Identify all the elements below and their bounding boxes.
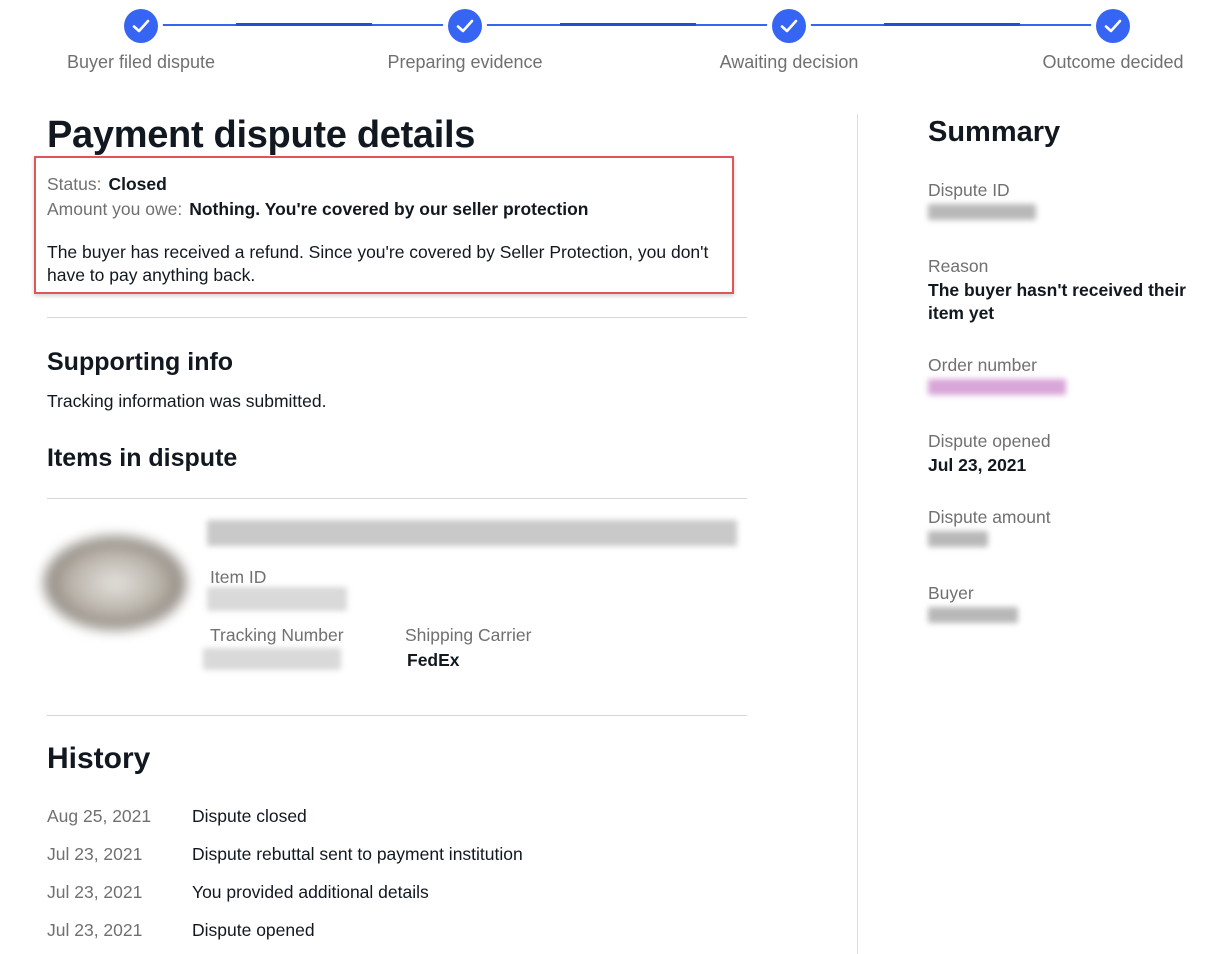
amount-owed-label: Amount you owe: (47, 199, 183, 219)
supporting-info-text: Tracking information was submitted. (47, 391, 327, 411)
item-id-label: Item ID (210, 567, 267, 587)
amount-owed-row: Amount you owe: Nothing. You're covered b… (47, 199, 589, 220)
divider (47, 498, 747, 499)
summary-heading: Summary (928, 116, 1061, 148)
dispute-progress-stepper: Buyer filed dispute Preparing evidence A… (0, 0, 1216, 90)
item-id-redacted (207, 587, 347, 611)
reason-label: Reason (928, 256, 989, 276)
divider (47, 715, 747, 716)
shipping-carrier-label: Shipping Carrier (405, 625, 532, 645)
status-value: Closed (108, 174, 167, 194)
refund-message: The buyer has received a refund. Since y… (47, 242, 709, 285)
history-event: Dispute closed (192, 806, 307, 826)
status-row: Status: Closed (47, 174, 167, 195)
dispute-opened-value: Jul 23, 2021 (928, 455, 1027, 475)
buyer-label: Buyer (928, 583, 974, 603)
history-date: Jul 23, 2021 (47, 920, 143, 940)
step-2-label: Preparing evidence (387, 52, 543, 72)
history-date: Jul 23, 2021 (47, 844, 143, 864)
history-date: Jul 23, 2021 (47, 882, 143, 902)
buyer-name-redacted[interactable] (928, 607, 1018, 623)
order-number-link-redacted[interactable] (928, 379, 1066, 395)
history-event: Dispute opened (192, 920, 315, 940)
step-3-label: Awaiting decision (719, 52, 859, 72)
dispute-amount-redacted (928, 531, 988, 547)
item-title-redacted[interactable] (207, 520, 737, 546)
dispute-amount-label: Dispute amount (928, 507, 1051, 527)
page-title: Payment dispute details (47, 114, 476, 156)
step-2-check-icon (448, 9, 482, 43)
history-date: Aug 25, 2021 (47, 806, 152, 826)
history-heading: History (47, 742, 151, 775)
step-3-check-icon (772, 9, 806, 43)
supporting-info-heading: Supporting info (47, 348, 234, 376)
order-number-label: Order number (928, 355, 1037, 375)
tracking-number-label: Tracking Number (210, 625, 344, 645)
history-event: You provided additional details (192, 882, 429, 902)
progress-track-3-highlight (884, 23, 1020, 26)
dispute-id-redacted (928, 204, 1036, 220)
item-thumbnail[interactable] (44, 536, 186, 630)
items-in-dispute-heading: Items in dispute (47, 444, 238, 472)
tracking-number-redacted (203, 648, 341, 670)
status-label: Status: (47, 174, 102, 194)
shipping-carrier-value: FedEx (407, 650, 460, 670)
step-4-label: Outcome decided (1042, 52, 1184, 72)
column-divider (857, 114, 858, 954)
progress-track-1-highlight (236, 23, 372, 26)
history-event: Dispute rebuttal sent to payment institu… (192, 844, 523, 864)
reason-value: The buyer hasn't received their item yet (928, 280, 1186, 323)
step-4-check-icon (1096, 9, 1130, 43)
progress-track-2-highlight (560, 23, 696, 26)
dispute-opened-label: Dispute opened (928, 431, 1051, 451)
step-1-label: Buyer filed dispute (66, 52, 216, 72)
amount-owed-value: Nothing. You're covered by our seller pr… (189, 199, 589, 219)
dispute-id-label: Dispute ID (928, 180, 1010, 200)
step-1-check-icon (124, 9, 158, 43)
divider (47, 317, 747, 318)
